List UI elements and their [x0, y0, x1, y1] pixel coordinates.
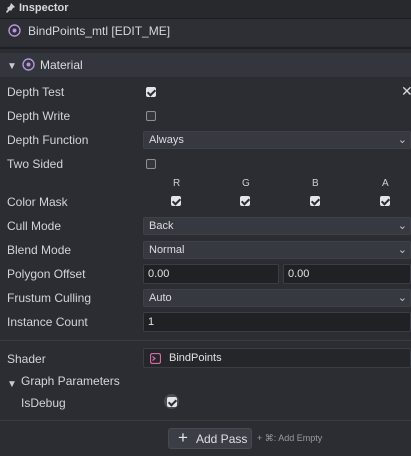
depth-test-checkbox[interactable] [146, 87, 156, 97]
color-mask-b-label: B [312, 178, 319, 189]
color-mask-g-label: G [242, 178, 250, 189]
shader-label: Shader [7, 352, 46, 366]
chevron-down-icon: ⌄ [397, 220, 407, 232]
color-mask-b-checkbox[interactable] [310, 196, 320, 206]
depth-write-checkbox[interactable] [146, 111, 156, 121]
color-mask-a-label: A [382, 178, 389, 189]
chevron-down-icon[interactable]: ▼ [7, 376, 17, 390]
divider [0, 340, 411, 341]
shader-value: BindPoints [169, 352, 222, 364]
polygon-offset-factor-value: 0.00 [148, 268, 170, 280]
depth-test-label: Depth Test [7, 85, 65, 99]
add-pass-button[interactable]: + Add Pass [168, 428, 252, 449]
polygon-offset-units-field[interactable]: 0.00 [283, 264, 411, 284]
is-debug-checkbox[interactable] [167, 397, 177, 407]
is-debug-label: IsDebug [21, 396, 66, 410]
chevron-down-icon: ⌄ [397, 292, 407, 304]
inspector-title: Inspector [19, 2, 69, 14]
material-icon [8, 24, 21, 37]
frustum-culling-value: Auto [149, 292, 172, 304]
shader-field[interactable]: BindPoints [143, 348, 411, 368]
color-mask-a-checkbox[interactable] [380, 196, 390, 206]
material-section-label: Material [40, 58, 83, 72]
color-mask-label: Color Mask [7, 195, 68, 209]
material-icon [22, 58, 35, 71]
color-mask-r-label: R [173, 178, 181, 189]
divider [0, 420, 411, 421]
two-sided-label: Two Sided [7, 157, 64, 171]
add-empty-hint: + ⌘: Add Empty [257, 433, 323, 443]
instance-count-field[interactable]: 1 [143, 312, 411, 332]
blend-mode-dropdown[interactable]: Normal ⌄ [143, 241, 411, 259]
depth-function-value: Always [149, 134, 184, 146]
add-pass-label: Add Pass [196, 432, 248, 446]
graph-parameters-label: Graph Parameters [21, 374, 120, 388]
depth-function-label: Depth Function [7, 133, 89, 147]
cull-mode-label: Cull Mode [7, 219, 62, 233]
frustum-culling-label: Frustum Culling [7, 291, 92, 305]
cull-mode-dropdown[interactable]: Back ⌄ [143, 217, 411, 235]
two-sided-checkbox[interactable] [146, 159, 156, 169]
depth-function-dropdown[interactable]: Always ⌄ [143, 131, 411, 149]
plus-icon: + [178, 428, 188, 447]
polygon-offset-factor-field[interactable]: 0.00 [143, 264, 279, 284]
instance-count-label: Instance Count [7, 315, 88, 329]
close-icon[interactable]: ✕ [401, 83, 411, 100]
instance-count-value: 1 [148, 316, 155, 328]
color-mask-r-checkbox[interactable] [171, 196, 181, 206]
blend-mode-value: Normal [149, 244, 185, 256]
polygon-offset-units-value: 0.00 [288, 268, 310, 280]
divider [0, 47, 411, 49]
shader-icon [150, 353, 161, 364]
chevron-down-icon[interactable]: ▼ [7, 58, 17, 72]
blend-mode-label: Blend Mode [7, 243, 72, 257]
chevron-down-icon: ⌄ [397, 244, 407, 256]
color-mask-g-checkbox[interactable] [240, 196, 250, 206]
pin-icon [6, 3, 15, 13]
asset-name: BindPoints_mtl [EDIT_ME] [28, 24, 171, 38]
depth-write-label: Depth Write [7, 109, 71, 123]
inspector-tab[interactable]: Inspector [5, 2, 69, 14]
polygon-offset-label: Polygon Offset [7, 267, 86, 281]
cull-mode-value: Back [149, 220, 174, 232]
chevron-down-icon: ⌄ [397, 134, 407, 146]
frustum-culling-dropdown[interactable]: Auto ⌄ [143, 289, 411, 307]
